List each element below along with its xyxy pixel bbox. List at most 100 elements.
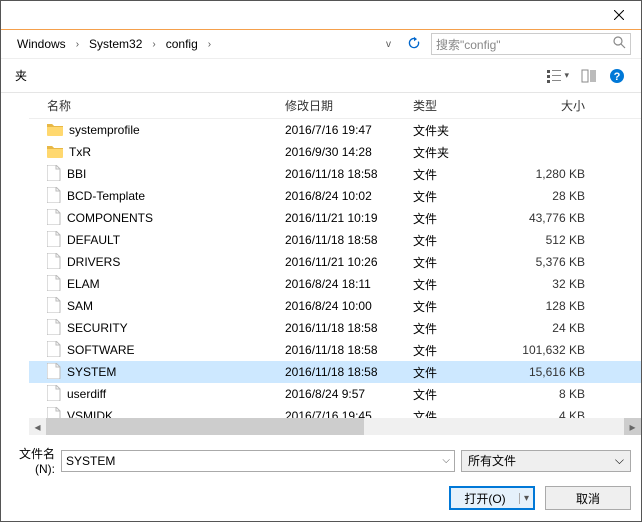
table-row[interactable]: DRIVERS2016/11/21 10:26文件5,376 KB <box>29 251 641 273</box>
chevron-right-icon[interactable]: › <box>74 39 81 50</box>
open-button[interactable]: 打开(O) ▾ <box>449 486 535 510</box>
view-button[interactable]: ▾ <box>540 68 575 84</box>
organize-label[interactable]: 夹 <box>11 67 31 84</box>
file-name: SAM <box>67 299 93 313</box>
file-icon <box>47 319 61 338</box>
titlebar <box>1 1 641 29</box>
file-size: 101,632 KB <box>507 343 597 357</box>
file-size: 8 KB <box>507 387 597 401</box>
file-icon <box>47 187 61 206</box>
column-type[interactable]: 类型 <box>413 97 507 114</box>
table-row[interactable]: BBI2016/11/18 18:58文件1,280 KB <box>29 163 641 185</box>
file-size: 15,616 KB <box>507 365 597 379</box>
help-icon: ? <box>609 68 625 84</box>
address-dropdown[interactable]: v <box>380 39 397 50</box>
file-name: SECURITY <box>67 321 128 335</box>
table-row[interactable]: SAM 2016/8/24 10:00文件128 KB <box>29 295 641 317</box>
file-name: BBI <box>67 167 86 181</box>
table-row[interactable]: DEFAULT 2016/11/18 18:58文件512 KB <box>29 229 641 251</box>
view-icon <box>546 68 562 84</box>
chevron-down-icon: ⌵ <box>615 453 624 468</box>
refresh-button[interactable] <box>401 36 427 53</box>
address-bar: Windows › System32 › config › v 搜索"confi… <box>1 29 641 59</box>
breadcrumb[interactable]: Windows <box>13 35 70 53</box>
table-row[interactable]: SOFTWARE2016/11/18 18:58文件101,632 KB <box>29 339 641 361</box>
file-size: 5,376 KB <box>507 255 597 269</box>
file-type: 文件 <box>413 210 507 227</box>
file-icon <box>47 275 61 294</box>
help-button[interactable]: ? <box>603 68 631 84</box>
file-date: 2016/11/21 10:19 <box>285 211 413 225</box>
file-type: 文件 <box>413 188 507 205</box>
file-icon <box>47 341 61 360</box>
file-date: 2016/11/18 18:58 <box>285 233 413 247</box>
file-size: 512 KB <box>507 233 597 247</box>
file-icon <box>47 253 61 272</box>
column-headers: 名称 修改日期 类型 大小 <box>29 93 641 119</box>
table-row[interactable]: userdiff2016/8/24 9:57文件8 KB <box>29 383 641 405</box>
file-type: 文件 <box>413 342 507 359</box>
preview-icon <box>581 68 597 84</box>
table-row[interactable]: TxR 2016/9/30 14:28文件夹 <box>29 141 641 163</box>
file-type: 文件 <box>413 298 507 315</box>
filename-label: 文件名(N): <box>7 445 55 476</box>
chevron-right-icon[interactable]: › <box>206 39 213 50</box>
breadcrumb[interactable]: System32 <box>85 35 146 53</box>
file-type: 文件 <box>413 276 507 293</box>
file-type: 文件 <box>413 254 507 271</box>
filename-input[interactable]: SYSTEM ⌵ <box>61 450 455 472</box>
table-row[interactable]: systemprofile2016/7/16 19:47文件夹 <box>29 119 641 141</box>
column-size[interactable]: 大小 <box>507 97 597 114</box>
file-size: 43,776 KB <box>507 211 597 225</box>
file-size: 28 KB <box>507 189 597 203</box>
file-date: 2016/11/21 10:26 <box>285 255 413 269</box>
file-name: systemprofile <box>69 123 140 137</box>
file-name: TxR <box>69 145 91 159</box>
table-row[interactable]: SECURITY2016/11/18 18:58文件24 KB <box>29 317 641 339</box>
file-date: 2016/9/30 14:28 <box>285 145 413 159</box>
scroll-left-icon[interactable]: ◂ <box>29 418 46 435</box>
column-date[interactable]: 修改日期 <box>285 97 413 114</box>
file-date: 2016/11/18 18:58 <box>285 321 413 335</box>
file-date: 2016/8/24 9:57 <box>285 387 413 401</box>
file-type: 文件夹 <box>413 122 507 139</box>
file-icon <box>47 385 61 404</box>
open-dropdown[interactable]: ▾ <box>519 493 533 504</box>
file-icon <box>47 363 61 382</box>
chevron-down-icon[interactable]: ⌵ <box>442 455 450 466</box>
table-row[interactable]: BCD-Template2016/8/24 10:02文件28 KB <box>29 185 641 207</box>
horizontal-scrollbar[interactable]: ◂ ▸ <box>29 418 641 435</box>
table-row[interactable]: SYSTEM2016/11/18 18:58文件15,616 KB <box>29 361 641 383</box>
table-row[interactable]: ELAM2016/8/24 18:11文件32 KB <box>29 273 641 295</box>
chevron-right-icon[interactable]: › <box>150 39 157 50</box>
cancel-button[interactable]: 取消 <box>545 486 631 510</box>
file-type: 文件夹 <box>413 144 507 161</box>
file-name: SOFTWARE <box>67 343 135 357</box>
close-button[interactable] <box>596 1 641 29</box>
folder-icon <box>47 144 63 161</box>
file-size: 128 KB <box>507 299 597 313</box>
close-icon <box>614 10 624 20</box>
file-icon <box>47 297 61 316</box>
file-size: 24 KB <box>507 321 597 335</box>
file-name: DEFAULT <box>67 233 120 247</box>
table-row[interactable]: COMPONENTS2016/11/21 10:19文件43,776 KB <box>29 207 641 229</box>
file-type: 文件 <box>413 166 507 183</box>
bottom-panel: 文件名(N): SYSTEM ⌵ 所有文件 ⌵ 打开(O) ▾ 取消 <box>1 435 641 518</box>
preview-button[interactable] <box>575 68 603 84</box>
file-name: userdiff <box>67 387 106 401</box>
scroll-track[interactable] <box>46 418 624 435</box>
file-icon <box>47 209 61 228</box>
filetype-filter[interactable]: 所有文件 ⌵ <box>461 450 631 472</box>
file-icon <box>47 231 61 250</box>
column-name[interactable]: 名称 <box>47 97 285 114</box>
file-type: 文件 <box>413 232 507 249</box>
svg-text:?: ? <box>614 71 621 83</box>
toolbar: 夹 ▾ ? <box>1 59 641 93</box>
breadcrumb[interactable]: config <box>162 35 202 53</box>
search-input[interactable]: 搜索"config" <box>431 33 631 55</box>
folder-icon <box>47 122 63 139</box>
scroll-thumb[interactable] <box>46 418 364 435</box>
file-date: 2016/8/24 10:00 <box>285 299 413 313</box>
scroll-right-icon[interactable]: ▸ <box>624 418 641 435</box>
